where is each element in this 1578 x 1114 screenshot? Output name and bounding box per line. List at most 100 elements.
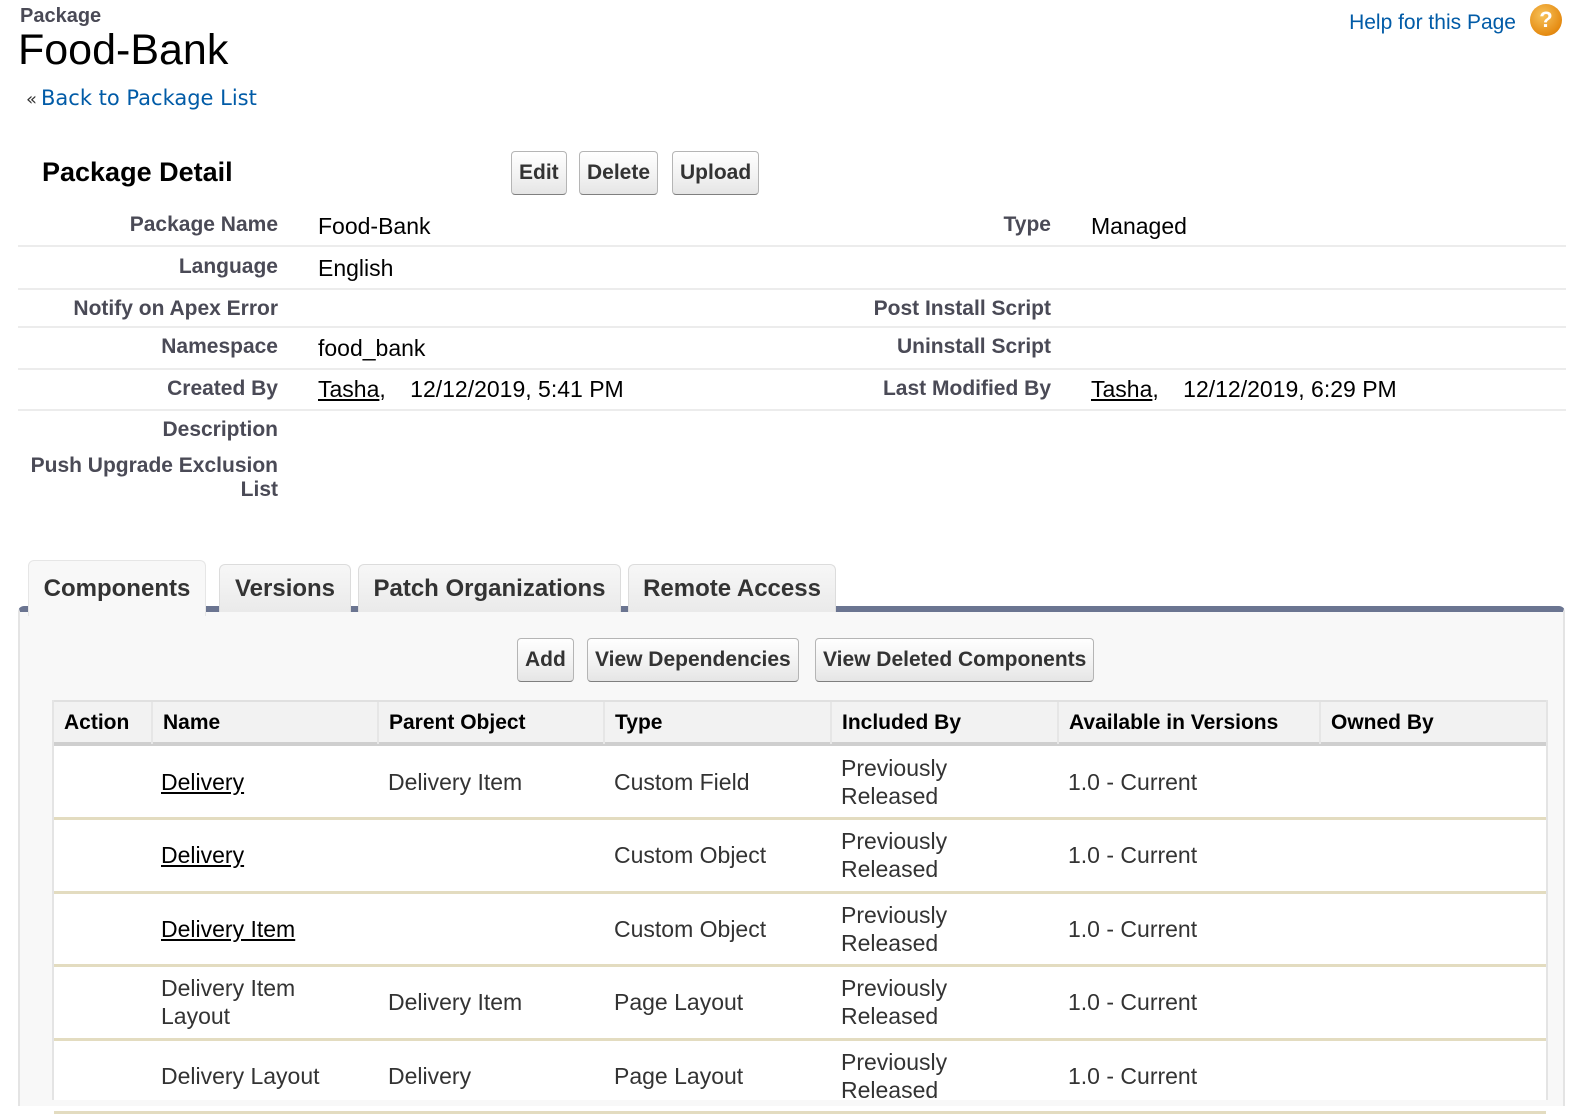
included-by-cell: Previously Released	[841, 893, 971, 964]
included-by-cell-text: Previously Released	[841, 975, 948, 1029]
type-cell-text: Page Layout	[614, 1062, 744, 1089]
edit-button[interactable]: Edit	[511, 151, 567, 195]
column-header-action[interactable]: Action	[54, 702, 151, 744]
help-link[interactable]: Help for this Page	[1349, 11, 1516, 35]
name-cell: Delivery Layout	[161, 1040, 361, 1111]
owned-by-cell	[1330, 746, 1540, 817]
type-cell: Page Layout	[614, 967, 824, 1038]
parent-object-cell-text: Delivery Item	[388, 768, 523, 795]
available-versions-cell-text: 1.0 - Current	[1068, 1062, 1198, 1089]
column-header-name[interactable]: Name	[151, 702, 377, 744]
last-modified-date: 12/12/2019, 6:29 PM	[1183, 376, 1397, 402]
push-upgrade-exclusion-list-label: Push Upgrade Exclusion List	[31, 454, 278, 502]
parent-object-cell-text: Delivery Item	[388, 989, 523, 1015]
available-versions-cell-text: 1.0 - Current	[1068, 768, 1198, 795]
column-header-available-in-versions[interactable]: Available in Versions	[1057, 702, 1319, 744]
included-by-cell: Previously Released	[841, 1040, 971, 1111]
tab-patch-organizations[interactable]: Patch Organizations	[358, 564, 621, 612]
component-name-link[interactable]: Delivery Item	[161, 915, 295, 943]
included-by-cell: Previously Released	[841, 967, 971, 1038]
post-install-script-label: Post Install Script	[873, 297, 1051, 320]
name-cell-text: Delivery Item Layout	[161, 975, 296, 1029]
available-versions-cell-text: 1.0 - Current	[1068, 989, 1198, 1015]
uninstall-script-label: Uninstall Script	[896, 335, 1051, 358]
page-type-label: Package	[20, 5, 102, 27]
help-icon[interactable]: ?	[1530, 4, 1562, 36]
created-by-label: Created By	[167, 377, 278, 400]
included-by-cell: Previously Released	[841, 820, 971, 891]
delete-button[interactable]: Delete	[579, 151, 659, 195]
parent-object-cell-text: Delivery	[388, 1062, 472, 1089]
parent-object-cell: Delivery Item	[388, 746, 598, 817]
label-line: List	[240, 478, 278, 501]
tab-remote-access[interactable]: Remote Access	[628, 564, 836, 612]
type-cell-text: Custom Object	[614, 842, 767, 868]
column-header-parent-object[interactable]: Parent Object	[377, 702, 603, 744]
available-versions-cell: 1.0 - Current	[1068, 967, 1308, 1038]
components-table: Action Name Parent Object Type Included …	[52, 700, 1548, 1114]
component-name-link[interactable]: Delivery	[161, 841, 244, 869]
view-dependencies-button[interactable]: View Dependencies	[587, 638, 799, 682]
label-line: Push Upgrade Exclusion	[30, 454, 278, 477]
table-row: Delivery Layout Delivery Page Layout Previo…	[54, 1040, 1546, 1114]
created-date: 12/12/2019, 5:41 PM	[410, 376, 624, 402]
parent-object-cell: Delivery Item	[388, 967, 598, 1038]
owned-by-cell	[1330, 967, 1540, 1038]
page-title: Food-Bank	[18, 26, 229, 74]
action-cell	[64, 746, 144, 817]
type-cell-text: Custom Object	[614, 915, 767, 942]
available-versions-cell: 1.0 - Current	[1068, 820, 1308, 891]
tab-versions[interactable]: Versions	[219, 564, 351, 612]
notify-on-apex-error-label: Notify on Apex Error	[73, 297, 278, 320]
name-cell: Delivery Item	[161, 893, 361, 964]
available-versions-cell: 1.0 - Current	[1068, 746, 1308, 817]
created-by-value: Tasha, 12/12/2019, 5:41 PM	[318, 376, 624, 403]
parent-object-cell	[388, 820, 598, 891]
view-deleted-components-button[interactable]: View Deleted Components	[815, 638, 1095, 682]
language-label: Language	[178, 255, 278, 278]
parent-object-cell: Delivery	[388, 1040, 598, 1111]
namespace-value: food_bank	[318, 335, 426, 361]
included-by-cell-text: Previously Released	[841, 901, 948, 956]
type-cell: Custom Field	[614, 746, 824, 817]
included-by-cell-text: Previously Released	[841, 828, 948, 882]
last-modified-by-value: Tasha, 12/12/2019, 6:29 PM	[1091, 376, 1397, 403]
comma: ,	[379, 376, 386, 402]
action-cell	[64, 820, 144, 891]
parent-object-cell	[388, 893, 598, 964]
included-by-cell-text: Previously Released	[841, 1048, 948, 1103]
comma: ,	[1152, 376, 1159, 402]
type-cell-text: Custom Field	[614, 768, 750, 795]
double-chevron-left-icon: «	[26, 89, 38, 110]
name-cell-text: Delivery Layout	[161, 1062, 320, 1089]
table-row: Delivery Custom Object Previously Released…	[54, 820, 1546, 894]
component-name-link[interactable]: Delivery	[161, 768, 244, 796]
available-versions-cell: 1.0 - Current	[1068, 1040, 1308, 1111]
action-cell	[64, 1040, 144, 1111]
name-cell: Delivery	[161, 820, 361, 891]
namespace-label: Namespace	[161, 335, 278, 358]
created-by-user-link[interactable]: Tasha	[318, 376, 379, 402]
column-header-type[interactable]: Type	[603, 702, 830, 744]
type-cell: Custom Object	[614, 893, 824, 964]
section-title: Package Detail	[42, 157, 233, 187]
table-row: Delivery Delivery Item Custom Field Previou…	[54, 746, 1546, 820]
column-header-included-by[interactable]: Included By	[830, 702, 1057, 744]
type-cell-text: Page Layout	[614, 989, 744, 1015]
type-value: Managed	[1091, 213, 1187, 239]
action-cell	[64, 967, 144, 1038]
included-by-cell-text: Previously Released	[841, 754, 948, 809]
table-row: Delivery Item Custom Object Previously Rel…	[54, 893, 1546, 967]
description-label: Description	[162, 418, 278, 441]
upload-button[interactable]: Upload	[672, 151, 760, 195]
last-modified-by-user-link[interactable]: Tasha	[1091, 376, 1152, 402]
back-to-package-list-link[interactable]: Back to Package List	[41, 86, 257, 110]
name-cell: Delivery	[161, 746, 361, 817]
add-button[interactable]: Add	[517, 638, 574, 682]
type-label: Type	[1003, 213, 1051, 236]
included-by-cell: Previously Released	[841, 746, 971, 817]
tab-components[interactable]: Components	[28, 560, 206, 616]
column-header-owned-by[interactable]: Owned By	[1319, 702, 1550, 744]
package-name-label: Package Name	[129, 213, 278, 236]
table-header: Action Name Parent Object Type Included …	[54, 700, 1546, 746]
